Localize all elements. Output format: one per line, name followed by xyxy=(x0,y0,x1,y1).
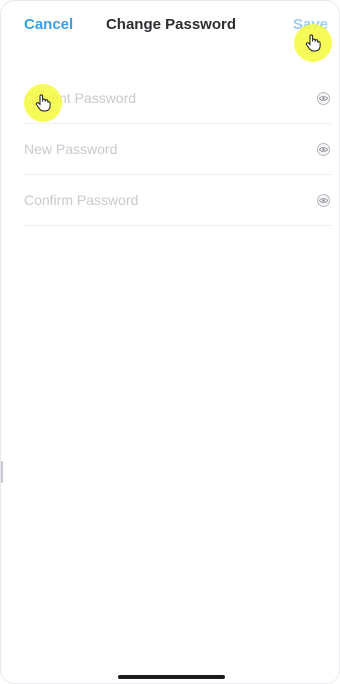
new-password-field[interactable] xyxy=(24,124,332,174)
change-password-screen: Cancel Change Password Save xyxy=(0,0,340,684)
hand-pointer-icon xyxy=(305,34,321,52)
eye-icon[interactable] xyxy=(317,143,330,156)
new-password-row xyxy=(24,124,332,175)
home-indicator[interactable] xyxy=(118,675,225,679)
eye-icon-glyph xyxy=(319,96,328,101)
touch-indicator xyxy=(294,24,332,62)
eye-icon-glyph xyxy=(319,198,328,203)
eye-icon-glyph xyxy=(319,147,328,152)
current-password-field[interactable] xyxy=(24,73,332,123)
eye-icon[interactable] xyxy=(317,194,330,207)
hand-pointer-icon xyxy=(35,94,51,112)
touch-indicator xyxy=(24,84,62,122)
confirm-password-field[interactable] xyxy=(24,175,332,225)
confirm-password-row xyxy=(24,175,332,226)
side-bezel-mark xyxy=(1,461,3,483)
password-form xyxy=(24,73,332,226)
page-title: Change Password xyxy=(105,16,237,33)
navigation-bar: Cancel Change Password Save xyxy=(1,1,339,49)
eye-icon[interactable] xyxy=(317,92,330,105)
current-password-row xyxy=(24,73,332,124)
